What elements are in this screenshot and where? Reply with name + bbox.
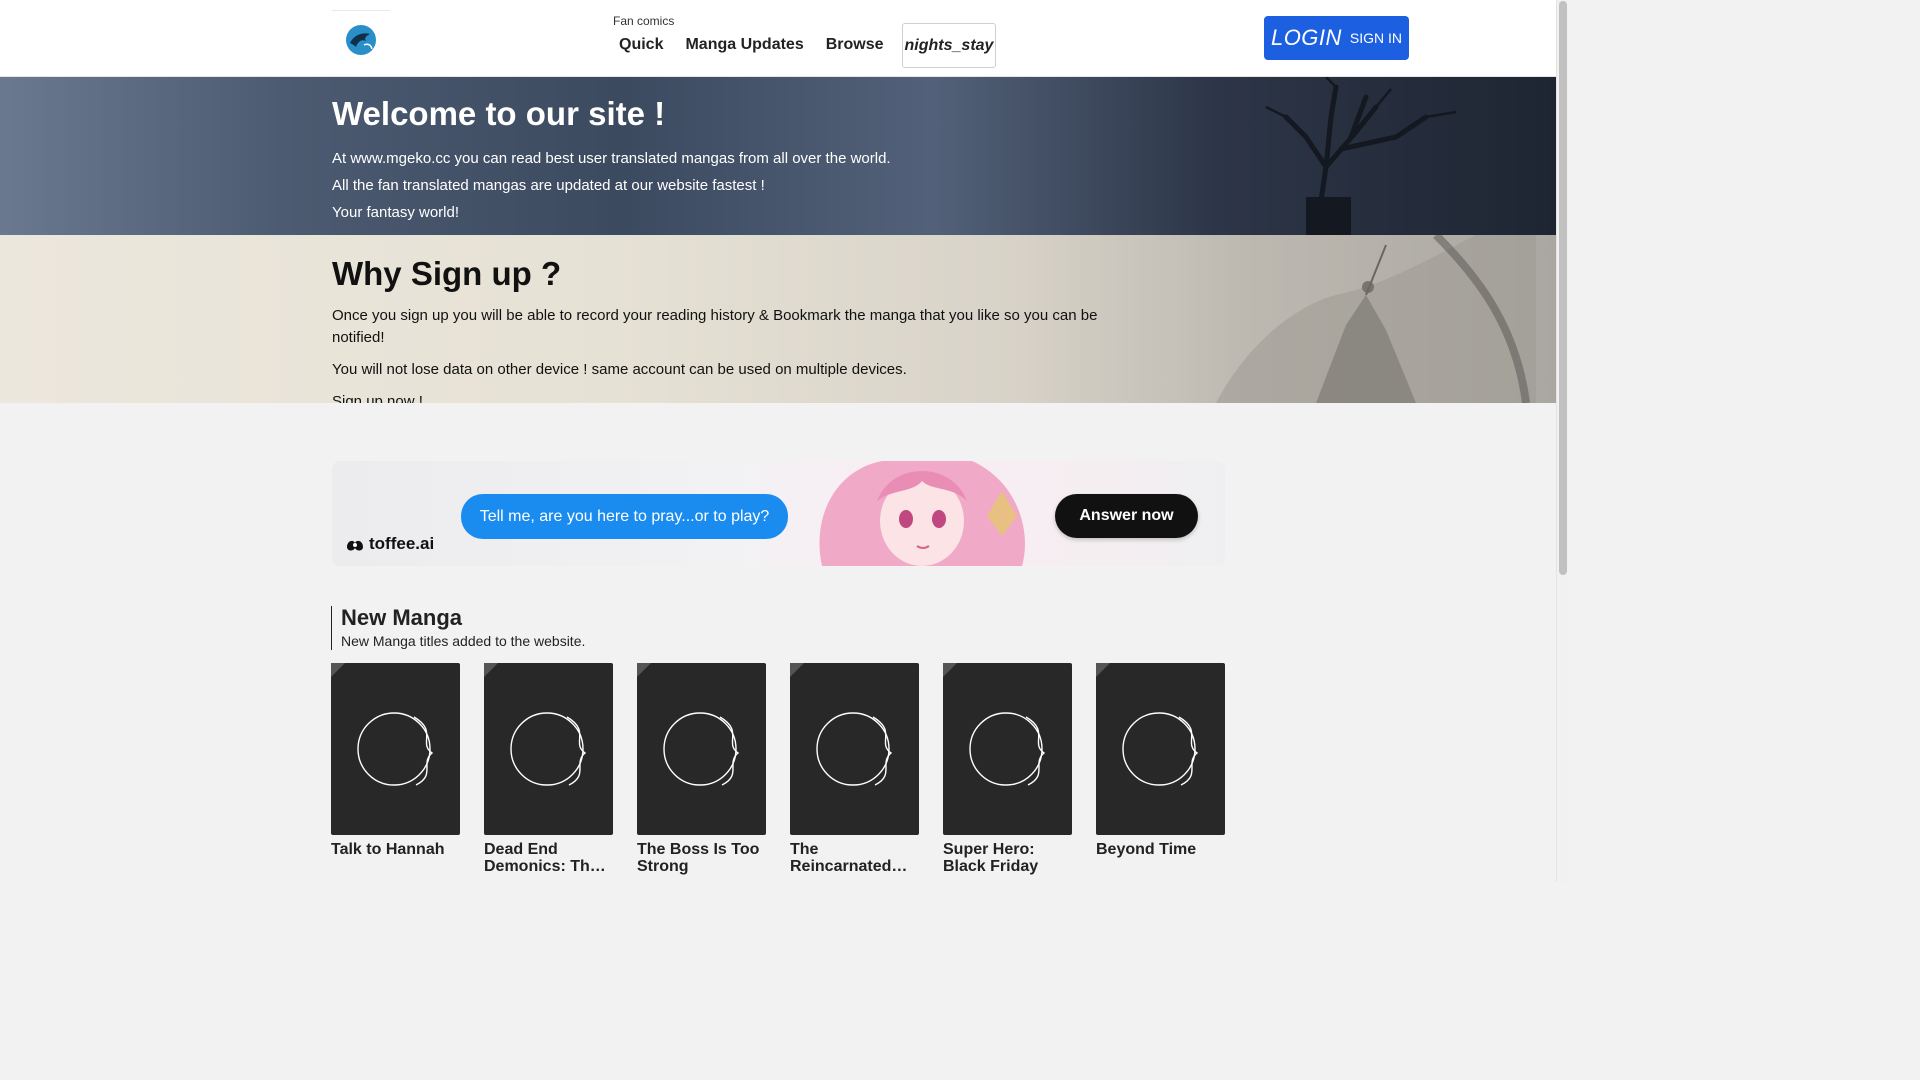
signup-now-text: Sign up now !.: [332, 393, 428, 403]
manga-cover[interactable]: [484, 663, 613, 835]
manga-cover[interactable]: [1096, 663, 1225, 835]
manga-cover[interactable]: [790, 663, 919, 835]
new-manga-title: New Manga: [341, 605, 463, 630]
scrollbar-thumb[interactable]: [1559, 1, 1567, 575]
manga-title[interactable]: Super Hero: Black Friday: [943, 841, 1072, 875]
manga-card[interactable]: The Boss Is Too Strong: [637, 663, 766, 875]
why-signup-title: Why Sign up ?: [332, 255, 562, 292]
nav-quick-label: Quick: [619, 36, 664, 53]
nav-manga-updates[interactable]: Manga Updates: [679, 36, 803, 54]
manga-title[interactable]: Beyond Time: [1096, 841, 1225, 858]
new-manga-grid: Talk to Hannah Dead End Demonics: The Cu…: [331, 663, 1225, 875]
why-signup-content: Why Sign up ? Once you sign up you will …: [332, 255, 1102, 403]
manga-title[interactable]: The Reincarnated Demon King Regret: [790, 841, 919, 875]
loading-placeholder-icon: [662, 712, 739, 786]
ad-brand-label: toffee.ai: [369, 534, 435, 553]
why-signup-paragraph: Once you sign up you will be able to rec…: [332, 307, 1098, 346]
nav-quick[interactable]: Quick: [613, 36, 663, 54]
manga-cover[interactable]: [637, 663, 766, 835]
new-manga-header: New Manga New Manga titles added to the …: [331, 606, 585, 650]
welcome-content: Welcome to our site ! At www.mgeko.cc yo…: [332, 95, 891, 226]
anime-girl-illustration: [819, 461, 1025, 566]
advertisement-banner[interactable]: toffee.ai Tell me, are you here to pray.…: [332, 461, 1225, 566]
manga-card[interactable]: Talk to Hannah: [331, 663, 460, 875]
loading-placeholder-icon: [1121, 712, 1198, 786]
ad-bubble: Tell me, are you here to pray...or to pl…: [461, 494, 788, 539]
welcome-banner: Welcome to our site ! At www.mgeko.cc yo…: [0, 77, 1556, 235]
new-manga-subtitle: New Manga titles added to the website.: [341, 633, 586, 649]
site-header: Fan comics Quick Manga Updates Browse ni…: [0, 0, 1556, 77]
sign-in-label: SIGN IN: [1349, 30, 1403, 46]
theme-toggle-button[interactable]: nights_stay: [902, 23, 996, 68]
login-label: LOGIN: [1270, 25, 1342, 50]
manga-card[interactable]: Dead End Demonics: The Cursed Blood Diar…: [484, 663, 613, 875]
nav-browse[interactable]: Browse: [820, 36, 884, 54]
manga-card[interactable]: The Reincarnated Demon King Regret: [790, 663, 919, 875]
manga-title[interactable]: Talk to Hannah: [331, 841, 460, 858]
site-logo[interactable]: [332, 10, 390, 68]
manga-card[interactable]: Beyond Time: [1096, 663, 1225, 875]
page: Fan comics Quick Manga Updates Browse ni…: [0, 0, 1568, 882]
loading-placeholder-icon: [356, 712, 433, 786]
dragon-logo-icon: [346, 24, 376, 55]
toffee-logo-icon: [347, 540, 363, 551]
why-signup-banner: Why Sign up ? Once you sign up you will …: [0, 235, 1556, 403]
manga-title[interactable]: Dead End Demonics: The Cursed Blood Diar…: [484, 841, 613, 875]
manga-cover[interactable]: [331, 663, 460, 835]
nav-manga-updates-label: Manga Updates: [685, 36, 804, 53]
nav-caption: Fan comics: [613, 14, 675, 28]
ad-brand: toffee.ai: [345, 534, 434, 554]
login-button[interactable]: LOGIN SIGN IN: [1264, 16, 1409, 60]
why-signup-paragraph: You will not lose data on other device !…: [332, 361, 907, 378]
welcome-title: Welcome to our site !: [332, 95, 666, 132]
welcome-line: Your fantasy world!: [332, 204, 460, 221]
loading-placeholder-icon: [509, 712, 586, 786]
dead-tree-illustration: [1265, 77, 1457, 235]
welcome-line: At www.mgeko.cc you can read best user t…: [332, 150, 891, 167]
ad-cta-button[interactable]: Answer now: [1055, 494, 1198, 538]
welcome-line: All the fan translated mangas are update…: [332, 177, 765, 194]
loading-placeholder-icon: [815, 712, 892, 786]
loading-placeholder-icon: [968, 712, 1045, 786]
page-scrollbar[interactable]: [1556, 0, 1568, 882]
main-nav: Quick Manga Updates Browse: [613, 36, 884, 54]
manga-card[interactable]: Super Hero: Black Friday: [943, 663, 1072, 875]
manga-cover[interactable]: [943, 663, 1072, 835]
nav-browse-label: Browse: [825, 36, 884, 53]
manga-title[interactable]: The Boss Is Too Strong: [637, 841, 766, 875]
